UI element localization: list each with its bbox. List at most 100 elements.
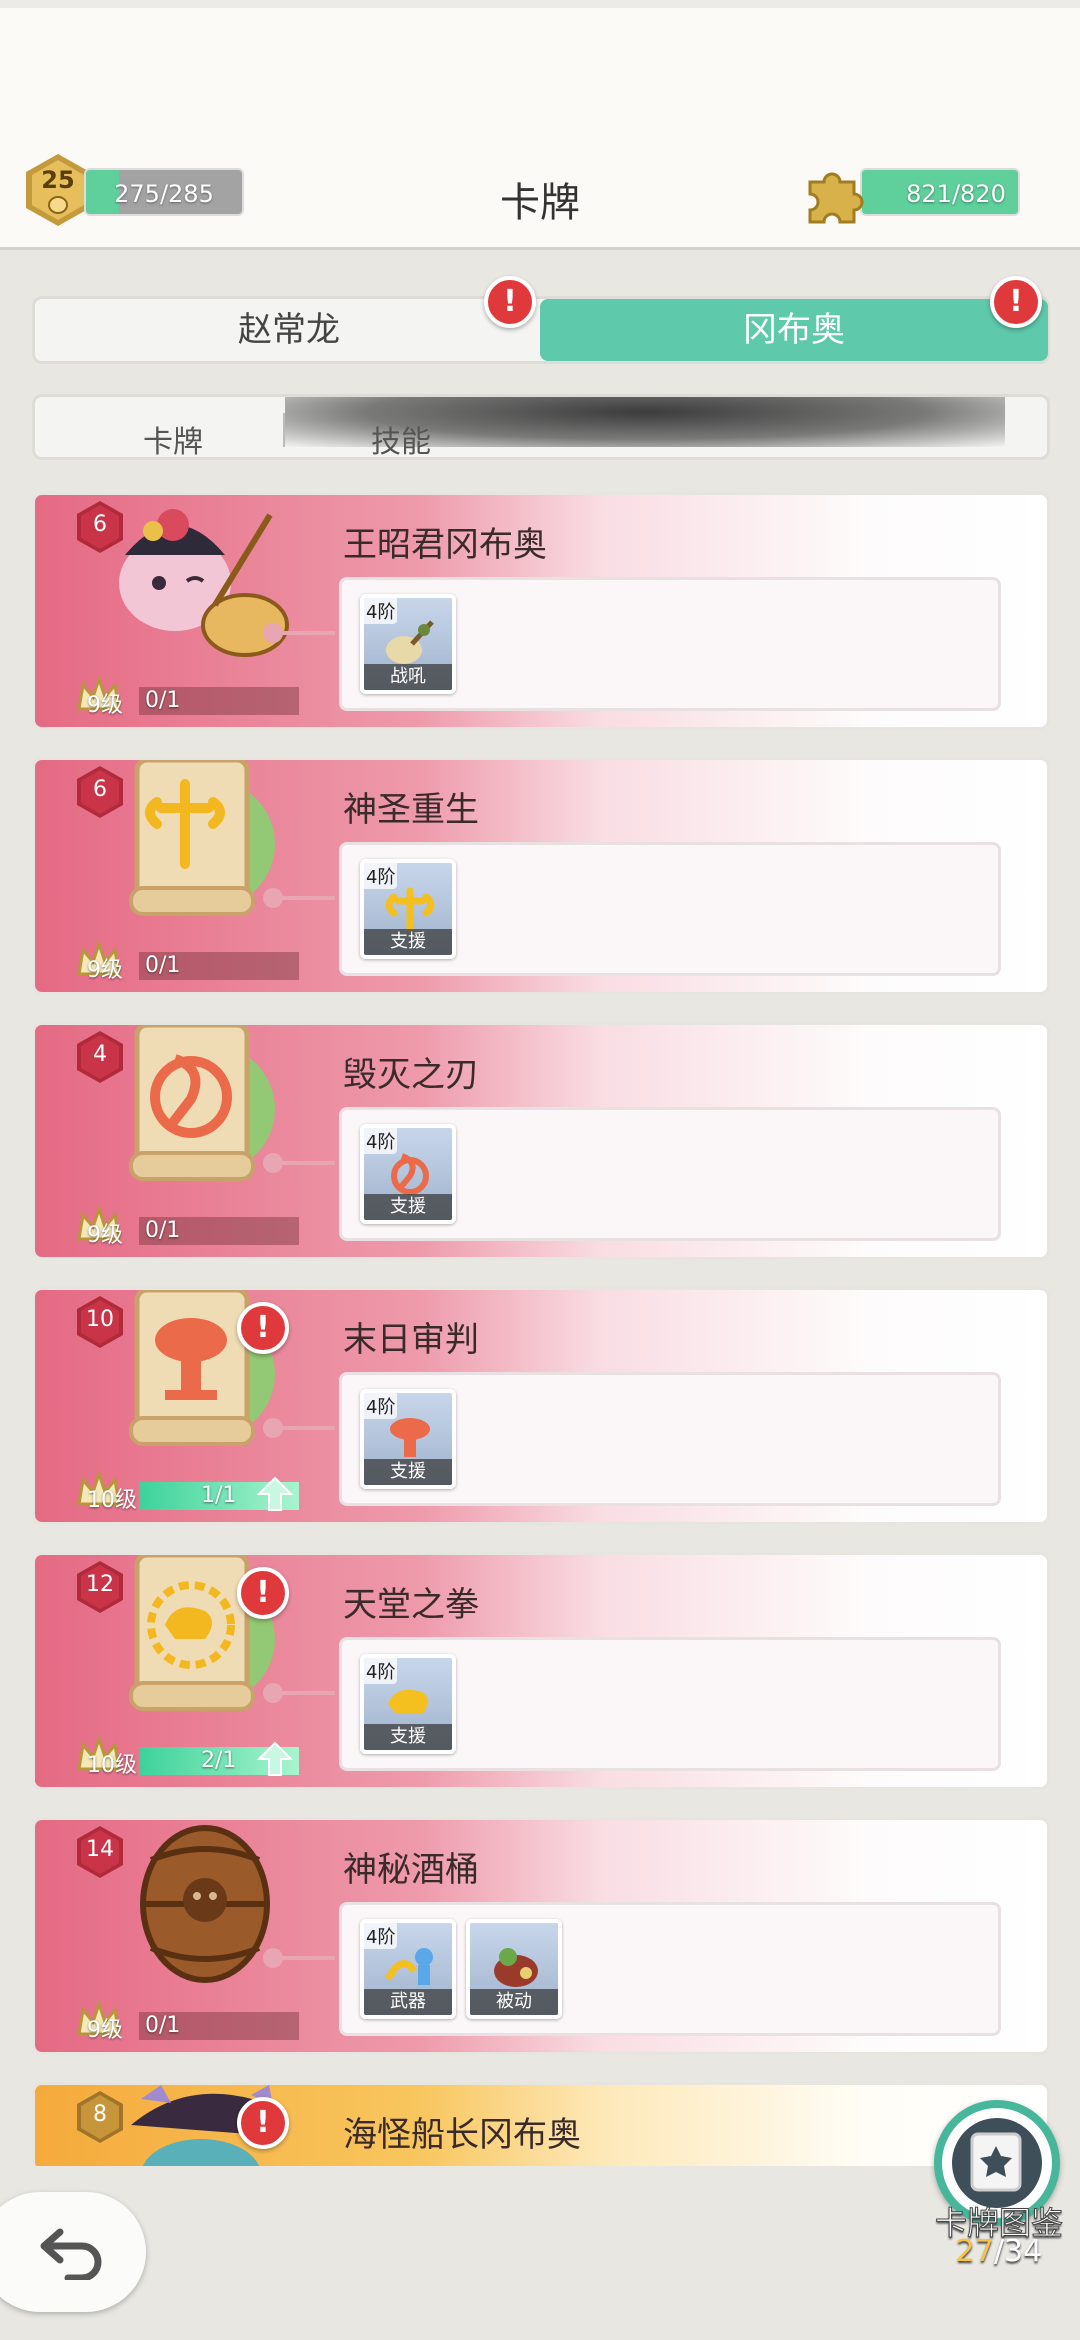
- skill-type: 支援: [364, 1459, 452, 1485]
- skill-chip[interactable]: 4阶 战吼: [360, 594, 456, 694]
- codex-count-total: /34: [993, 2234, 1043, 2269]
- cost-number: 10: [86, 1307, 114, 1332]
- sub-tab-bar: 卡牌 技能: [32, 394, 1050, 460]
- cost-number: 8: [93, 2102, 107, 2127]
- codex-count-current: 27: [955, 2234, 994, 2269]
- back-arrow-icon: [40, 2228, 102, 2280]
- skill-box: 4阶 支援: [339, 1107, 1001, 1241]
- tab-divider: [283, 413, 285, 447]
- alert-badge-icon: !: [484, 276, 536, 328]
- cost-number: 6: [93, 512, 107, 537]
- skill-type: 支援: [364, 1194, 452, 1220]
- card-level: 10级: [87, 1488, 137, 1513]
- alert-mark: !: [256, 1575, 270, 1610]
- card-progress-bar: 0/1: [139, 2012, 299, 2040]
- skill-box: 4阶 武器 被动: [339, 1902, 1001, 2036]
- alert-badge-icon: !: [237, 1567, 289, 1619]
- tab-cards[interactable]: 卡牌: [143, 417, 203, 457]
- skill-chip[interactable]: 4阶 支援: [360, 1654, 456, 1754]
- book-icon: [970, 2132, 1022, 2192]
- skill-type: 武器: [364, 1989, 452, 2015]
- skill-chip[interactable]: 被动: [466, 1919, 562, 2019]
- weapon-icon: [384, 1948, 433, 1985]
- card-progress-text: 1/1: [201, 1483, 237, 1508]
- card-level: 9级: [87, 958, 123, 983]
- skill-type: 被动: [470, 1989, 558, 2015]
- card-progress-text: 0/1: [145, 2013, 181, 2038]
- passive-icon: [494, 1948, 538, 1987]
- skill-chip[interactable]: 4阶 支援: [360, 1389, 456, 1489]
- card-row[interactable]: 10 ! 末日审判 10级 1/1 4阶 支援: [32, 1287, 1050, 1525]
- skill-box: 4阶 支援: [339, 842, 1001, 976]
- skill-chip[interactable]: 4阶 支援: [360, 1124, 456, 1224]
- skill-chip[interactable]: 4阶 支援: [360, 859, 456, 959]
- hero-tab-bar: 赵常龙 冈布奥: [32, 296, 1050, 364]
- alert-badge-icon: !: [237, 1302, 289, 1354]
- lute-icon: [386, 620, 434, 664]
- tab-gumball[interactable]: 冈布奥: [540, 299, 1048, 361]
- alert-badge-icon: !: [990, 276, 1042, 328]
- card-progress-bar: 0/1: [139, 952, 299, 980]
- card-progress-bar: 0/1: [139, 687, 299, 715]
- alert-mark: !: [256, 1310, 270, 1345]
- alert-mark: !: [256, 2105, 270, 2140]
- cost-number: 6: [93, 777, 107, 802]
- cost-number: 4: [93, 1042, 107, 1067]
- skill-type: 战吼: [364, 664, 452, 690]
- card-name: 王昭君冈布奥: [343, 525, 547, 565]
- card-level: 9级: [87, 2018, 123, 2043]
- skill-tier: 4阶: [364, 1658, 398, 1684]
- card-progress-text: 0/1: [145, 953, 181, 978]
- mushroom-cloud-icon: [390, 1418, 430, 1457]
- skill-tier: 4阶: [364, 1128, 398, 1154]
- skill-chip[interactable]: 4阶 武器: [360, 1919, 456, 2019]
- connector-line: [263, 1683, 335, 1703]
- card-progress-text: 2/1: [201, 1748, 237, 1773]
- card-level: 10级: [87, 1753, 137, 1778]
- card-row[interactable]: 14 神秘酒桶 9级 0/1 4阶 武器 被动: [32, 1817, 1050, 2055]
- upgrade-arrow-icon[interactable]: [255, 1739, 295, 1779]
- connector-line: [263, 1948, 335, 1968]
- top-header: 25 275/285 卡牌 821/820: [0, 0, 1080, 250]
- skill-tier: 4阶: [364, 598, 398, 624]
- skill-tier: 4阶: [364, 1393, 398, 1419]
- back-button[interactable]: [0, 2192, 146, 2312]
- codex-count: 27/34: [924, 2234, 1074, 2269]
- card-name: 末日审判: [343, 1320, 479, 1360]
- puzzle-piece-icon[interactable]: [800, 162, 872, 224]
- card-progress-text: 0/1: [145, 688, 181, 713]
- skill-box: 4阶 支援: [339, 1372, 1001, 1506]
- princess-gumball-portrait-icon: [119, 509, 289, 657]
- skill-tier: 4阶: [364, 863, 398, 889]
- skill-box: 4阶 战吼: [339, 577, 1001, 711]
- connector-line: [263, 888, 335, 908]
- card-row[interactable]: 4 毁灭之刃 9级 0/1 4阶 支援: [32, 1022, 1050, 1260]
- bottom-bar: [0, 2166, 1080, 2340]
- skill-type: 支援: [364, 929, 452, 955]
- alert-mark: !: [1009, 284, 1023, 319]
- alert-mark: !: [503, 284, 517, 319]
- skill-tier: 4阶: [364, 1923, 398, 1949]
- fist-icon: [388, 1689, 428, 1714]
- alert-badge-icon: !: [237, 2097, 289, 2149]
- fragment-progress-bar: 821/820: [860, 168, 1020, 216]
- card-name: 天堂之拳: [343, 1585, 479, 1625]
- card-row[interactable]: 8 ! 海怪船长冈布奥: [32, 2082, 1050, 2172]
- card-row[interactable]: 6 神圣重生 9级 0/1 4阶 支援: [32, 757, 1050, 995]
- tab-skills[interactable]: 技能: [371, 417, 431, 457]
- card-row[interactable]: 6 王昭君冈布奥 9级 0/1 4阶 战吼: [32, 492, 1050, 730]
- card-name: 神圣重生: [343, 790, 479, 830]
- fragment-text: 821/820: [906, 180, 1006, 208]
- connector-line: [263, 1418, 335, 1438]
- winged-cross-icon: [385, 887, 435, 933]
- cost-number: 14: [86, 1837, 114, 1862]
- card-name: 神秘酒桶: [343, 1850, 479, 1890]
- tab-zhao-chang-long[interactable]: 赵常龙: [35, 299, 543, 361]
- card-level: 9级: [87, 1223, 123, 1248]
- upgrade-arrow-icon[interactable]: [255, 1474, 295, 1514]
- card-name: 毁灭之刃: [343, 1055, 479, 1095]
- card-name: 海怪船长冈布奥: [343, 2115, 581, 2155]
- card-level: 9级: [87, 693, 123, 718]
- card-row[interactable]: 12 ! 天堂之拳 10级 2/1 4阶 支援: [32, 1552, 1050, 1790]
- connector-line: [263, 623, 335, 643]
